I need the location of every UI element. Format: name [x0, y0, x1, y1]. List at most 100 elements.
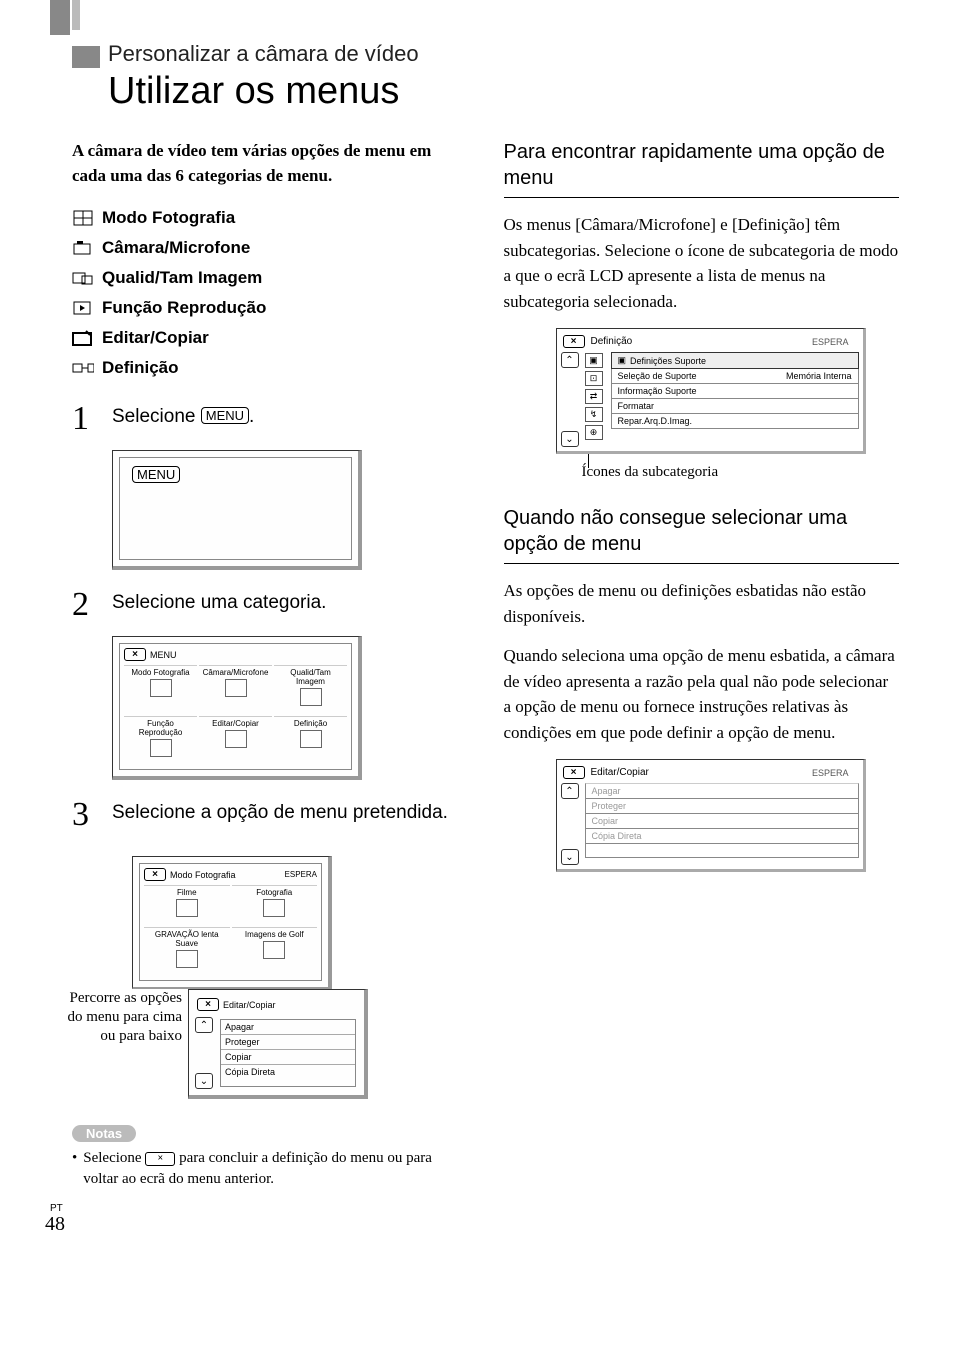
category-label: Modo Fotografia — [102, 208, 235, 228]
section-marker — [72, 46, 100, 68]
settings-row: Formatar — [611, 399, 859, 414]
card-icon: ▣ — [618, 355, 627, 366]
category-item: Qualid/Tam Imagem — [72, 268, 468, 288]
page-number: 48 — [45, 1213, 65, 1236]
step-text-pre: Selecione — [112, 406, 201, 427]
arrow-up-icon: ⌃ — [561, 352, 579, 368]
menu-button-graphic: MENU — [132, 466, 180, 483]
page-title: Utilizar os menus — [108, 70, 899, 113]
arrow-up-icon: ⌃ — [195, 1017, 213, 1033]
category-tile: Função Reprodução — [124, 716, 197, 765]
tile-icon — [263, 941, 285, 959]
mode-tile: Imagens de Golf — [232, 927, 318, 976]
menu-button-graphic: MENU — [201, 407, 249, 424]
right-column: Para encontrar rapidamente uma opção de … — [504, 139, 900, 1190]
settings-row-disabled: Copiar — [585, 814, 859, 829]
crop-mark — [50, 0, 70, 35]
step-text-post: . — [249, 406, 254, 427]
image-quality-icon — [72, 269, 94, 287]
settings-row: Informação Suporte — [611, 384, 859, 399]
settings-row-disabled: Apagar — [585, 783, 859, 799]
close-button-graphic: × — [145, 1152, 175, 1166]
close-icon: × — [563, 766, 585, 779]
mode-tile: Fotografia — [232, 885, 318, 925]
illustration-editar: × Editar/Copiar ⌃ ⌄ Apagar Prot — [188, 989, 368, 1099]
step-3: 3 Selecione a opção de menu pretendida. — [72, 798, 468, 832]
intro-text: A câmara de vídeo tem várias opções de m… — [72, 139, 468, 188]
tile-icon — [150, 739, 172, 757]
step-1: 1 Selecione MENU. — [72, 402, 468, 436]
category-label: Editar/Copiar — [102, 328, 209, 348]
bullet-dot: • — [72, 1148, 77, 1190]
tile-icon — [225, 679, 247, 697]
list-item: Cópia Direta — [221, 1065, 355, 1079]
crop-mark-2 — [72, 0, 80, 30]
lcd-status: ESPERA — [285, 870, 317, 879]
category-tile: Definição — [274, 716, 347, 765]
mode-tile: Filme — [144, 885, 230, 925]
edit-copy-icon — [72, 329, 94, 347]
subcat-icon: ⊡ — [585, 371, 603, 386]
note-bullet: • Selecione × para concluir a definição … — [72, 1148, 468, 1190]
category-tile: Câmara/Microfone — [199, 665, 272, 714]
category-item: Câmara/Microfone — [72, 238, 468, 258]
category-item: Definição — [72, 358, 468, 378]
mode-tile: GRAVAÇÃO lenta Suave — [144, 927, 230, 976]
category-tile: Modo Fotografia — [124, 665, 197, 714]
subcat-icon: ⊕ — [585, 425, 603, 440]
close-icon: × — [197, 998, 219, 1011]
close-icon: × — [144, 868, 166, 881]
category-label: Definição — [102, 358, 179, 378]
tile-icon — [300, 688, 322, 706]
step-text: Selecione MENU. — [112, 402, 468, 436]
arrow-down-icon: ⌄ — [561, 431, 579, 447]
paragraph: As opções de menu ou definições esbatida… — [504, 578, 900, 629]
section-title: Personalizar a câmara de vídeo — [108, 41, 419, 67]
section-header: Personalizar a câmara de vídeo — [72, 40, 899, 68]
notes-label: Notas — [72, 1125, 136, 1142]
illustration-caption: Ícones da subcategoria — [582, 464, 900, 481]
step-number: 3 — [72, 798, 112, 832]
step-text: Selecione uma categoria. — [112, 588, 468, 622]
category-label: Função Reprodução — [102, 298, 266, 318]
list-item: Apagar — [221, 1020, 355, 1035]
illustration-definicao: × Definição ESPERA ⌃ ⌄ ▣ ⊡ ⇄ ↯ ⊕ — [556, 328, 866, 454]
tile-icon — [150, 679, 172, 697]
settings-header: ▣ Definições Suporte — [611, 352, 859, 369]
lcd-title: MENU — [150, 650, 177, 660]
settings-row: Seleção de Suporte Memória Interna — [611, 369, 859, 384]
illustration-grayed: × Editar/Copiar ESPERA ⌃ ⌄ Apagar Proteg… — [556, 759, 866, 872]
settings-row: Repar.Arq.D.Imag. — [611, 414, 859, 429]
step-2: 2 Selecione uma categoria. — [72, 588, 468, 622]
subcat-icon: ▣ — [585, 353, 603, 368]
paragraph: Os menus [Câmara/Microfone] e [Definição… — [504, 212, 900, 314]
lcd-title: Editar/Copiar — [591, 767, 806, 778]
tile-icon — [263, 899, 285, 917]
lcd-title: Definição — [591, 336, 806, 347]
list-item: Copiar — [221, 1050, 355, 1065]
settings-row-disabled: Cópia Direta — [585, 829, 859, 844]
category-tile: Qualid/Tam Imagem — [274, 665, 347, 714]
lcd-status: ESPERA — [812, 768, 849, 778]
page-content: Personalizar a câmara de vídeo Utilizar … — [0, 0, 954, 1200]
settings-row-disabled: Proteger — [585, 799, 859, 814]
settings-icon — [72, 359, 94, 377]
arrow-down-icon: ⌄ — [561, 849, 579, 865]
close-icon: × — [563, 335, 585, 348]
lcd-status: ESPERA — [812, 337, 849, 347]
illustration-categories: × MENU Modo Fotografia Câmara/Microfone … — [112, 636, 362, 780]
list-item: Proteger — [221, 1035, 355, 1050]
category-item: Editar/Copiar — [72, 328, 468, 348]
subheading-noselect: Quando não consegue selecionar uma opção… — [504, 505, 900, 564]
tile-icon — [176, 950, 198, 968]
category-label: Câmara/Microfone — [102, 238, 250, 258]
camera-mic-icon — [72, 239, 94, 257]
arrow-up-icon: ⌃ — [561, 783, 579, 799]
category-item: Função Reprodução — [72, 298, 468, 318]
category-list: Modo Fotografia Câmara/Microfone Qualid/… — [72, 208, 468, 378]
tile-icon — [176, 899, 198, 917]
subheading-find: Para encontrar rapidamente uma opção de … — [504, 139, 900, 198]
step-number: 1 — [72, 402, 112, 436]
tile-icon — [225, 730, 247, 748]
illustration-modo: × Modo Fotografia ESPERA Filme Fotografi… — [132, 856, 332, 989]
